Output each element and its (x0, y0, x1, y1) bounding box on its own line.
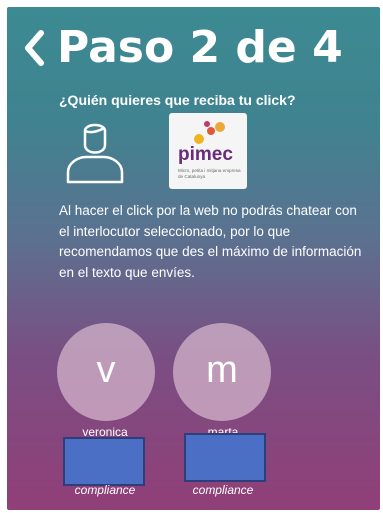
header: Paso 2 de 4 (19, 22, 343, 73)
chevron-left-icon (25, 29, 44, 66)
pimec-wordmark: pimec (178, 144, 233, 165)
pimec-tagline: Micro, petita i mitjana empresa de Catal… (178, 168, 241, 179)
contact-overlay-box (63, 437, 145, 486)
user-icon[interactable] (64, 120, 126, 185)
contact-avatar-veronica[interactable]: v (57, 323, 155, 421)
contact-department: compliance (74, 483, 136, 497)
contact-department: compliance (192, 483, 254, 497)
page-title: Paso 2 de 4 (57, 22, 343, 73)
pimec-logo[interactable]: pimec Micro, petita i mitjana empresa de… (169, 113, 247, 189)
pimec-dots-icon (194, 121, 225, 144)
contact-overlay-box (184, 433, 266, 482)
avatar-initial: v (96, 349, 116, 391)
contact-avatar-marta[interactable]: m (173, 323, 271, 421)
step-panel: Paso 2 de 4 ¿Quién quieres que reciba tu… (7, 7, 380, 510)
back-button[interactable] (19, 26, 49, 70)
avatar-initial: m (206, 349, 238, 391)
info-text: Al hacer el click por la web no podrás c… (59, 203, 362, 280)
recipient-question: ¿Quién quieres que reciba tu click? (59, 92, 296, 108)
